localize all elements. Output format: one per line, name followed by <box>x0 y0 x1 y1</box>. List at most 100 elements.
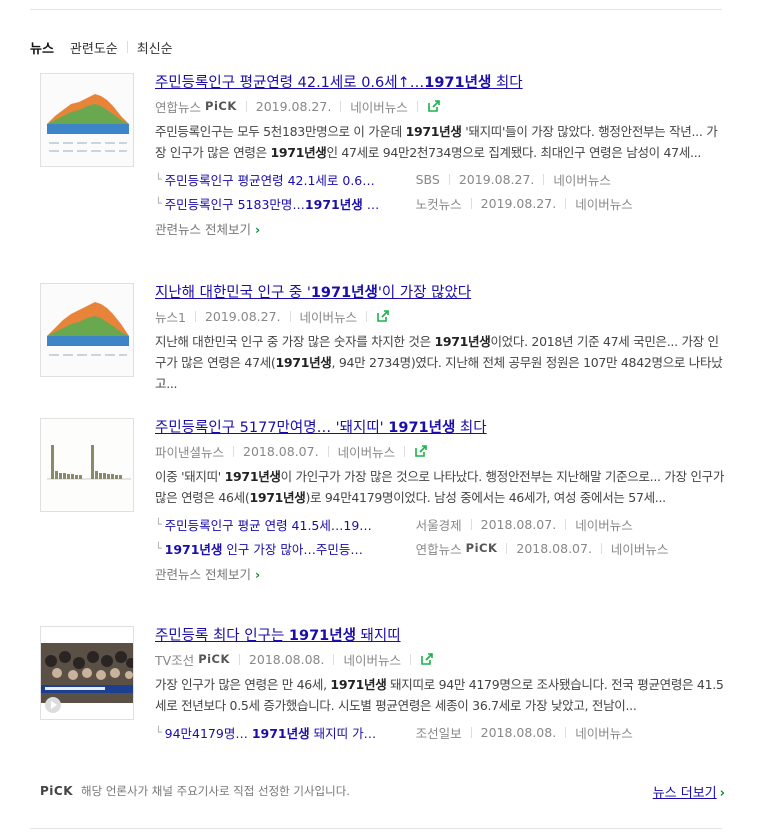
related-news-link[interactable]: 1971년생 인구 가장 많아…주민등… <box>165 539 410 558</box>
meta-divider <box>333 653 335 665</box>
related-news-link[interactable]: 주민등록인구 평균 연령 41.5세…19… <box>165 515 410 534</box>
branch-icon: └ <box>155 196 162 210</box>
related-news-source[interactable]: 노컷뉴스 <box>416 194 462 213</box>
share-icon[interactable] <box>427 99 441 113</box>
meta-divider <box>404 445 406 457</box>
naver-news-link[interactable]: 네이버뉴스 <box>553 170 611 189</box>
news-summary: 이중 '돼지띠' 1971년생이 가인구가 가장 많은 것으로 나타났다. 행정… <box>155 469 725 505</box>
all-related-news-link[interactable]: 관련뉴스 전체보기 › <box>155 564 725 583</box>
branch-icon: └ <box>155 725 162 739</box>
news-summary: 주민등록인구는 모두 5천183만명으로 이 가운데 1971년생 '돼지띠'들… <box>155 124 718 160</box>
related-news-item: └ 주민등록인구 5183만명…1971년생 … 노컷뉴스 2019.08.27… <box>155 191 725 215</box>
tab-latest[interactable]: 최신순 <box>137 38 173 57</box>
related-news-link[interactable]: 94만4179명… 1971년생 돼지띠 가… <box>165 723 410 742</box>
news-thumbnail[interactable] <box>40 73 134 167</box>
meta-divider <box>289 310 291 322</box>
meta-divider <box>470 726 472 738</box>
tab-divider <box>58 41 66 53</box>
naver-news-link[interactable]: 네이버뉴스 <box>300 307 358 326</box>
chevron-right-icon: › <box>254 222 261 237</box>
related-news-date: 2019.08.27. <box>458 171 535 187</box>
share-icon[interactable] <box>420 652 434 666</box>
branch-icon: └ <box>155 541 162 555</box>
sort-tabs: 뉴스 관련도순 최신순 <box>30 37 173 57</box>
related-news-link[interactable]: 주민등록인구 5183만명…1971년생 … <box>165 194 410 213</box>
bottom-divider <box>30 828 722 829</box>
news-meta: 연합뉴스 PiCK 2019.08.27. 네이버뉴스 <box>155 97 725 115</box>
news-footer: PiCK 해당 언론사가 채널 주요기사로 직접 선정한 기사입니다. 뉴스 더… <box>40 782 725 801</box>
news-date: 2019.08.27. <box>255 98 332 114</box>
related-news-item: └ 주민등록인구 평균연령 42.1세로 0.6… SBS 2019.08.27… <box>155 167 725 191</box>
meta-divider <box>565 726 567 738</box>
naver-news-link[interactable]: 네이버뉴스 <box>575 723 633 742</box>
news-thumbnail[interactable] <box>40 283 134 377</box>
news-date: 2018.08.07. <box>243 443 319 459</box>
meta-divider <box>416 100 418 112</box>
news-date: 2018.08.08. <box>248 651 325 667</box>
news-title-link[interactable]: 지난해 대한민국 인구 중 '1971년생'이 가장 많았다 <box>155 283 725 303</box>
news-title-link[interactable]: 주민등록 최다 인구는 1971년생 돼지띠 <box>155 626 725 646</box>
news-thumbnail[interactable] <box>40 626 134 720</box>
share-icon[interactable] <box>376 309 390 323</box>
meta-divider <box>238 653 240 665</box>
news-source[interactable]: TV조선 <box>155 650 194 669</box>
news-title-link[interactable]: 주민등록인구 5177만여명… '돼지띠' 1971년생 최다 <box>155 418 725 438</box>
news-thumbnail[interactable] <box>40 418 134 512</box>
related-news-source[interactable]: 서울경제 <box>416 515 462 534</box>
meta-divider <box>565 518 567 530</box>
meta-divider <box>366 310 368 322</box>
tab-divider <box>126 41 128 53</box>
meta-divider <box>340 100 342 112</box>
meta-divider <box>194 310 196 322</box>
news-date: 2019.08.27. <box>204 308 281 324</box>
share-icon[interactable] <box>414 444 428 458</box>
meta-divider <box>409 653 411 665</box>
related-news-source[interactable]: 조선일보 <box>416 723 462 742</box>
related-news-source[interactable]: SBS <box>416 172 440 187</box>
news-source[interactable]: 파이낸셜뉴스 <box>155 442 224 461</box>
pick-badge: PiCK <box>205 99 237 113</box>
meta-divider <box>245 100 247 112</box>
naver-news-link[interactable]: 네이버뉴스 <box>350 97 408 116</box>
meta-divider <box>327 445 329 457</box>
pick-logo: PiCK <box>40 784 74 798</box>
news-meta: 파이낸셜뉴스 2018.08.07. 네이버뉴스 <box>155 442 725 460</box>
pick-badge: PiCK <box>465 541 498 555</box>
meta-divider <box>506 542 508 554</box>
branch-icon: └ <box>155 517 162 531</box>
top-divider <box>30 9 722 10</box>
news-title-link[interactable]: 주민등록인구 평균연령 42.1세로 0.6세↑…1971년생 최다 <box>155 73 725 93</box>
related-news-date: 2018.08.08. <box>480 724 557 740</box>
naver-news-link[interactable]: 네이버뉴스 <box>343 650 401 669</box>
meta-divider <box>470 518 472 530</box>
meta-divider <box>470 197 472 209</box>
chevron-right-icon: › <box>254 567 261 582</box>
related-news-date: 2018.08.07. <box>480 516 557 532</box>
meta-divider <box>600 542 602 554</box>
all-related-news-link[interactable]: 관련뉴스 전체보기 › <box>155 219 725 238</box>
meta-divider <box>565 197 567 209</box>
more-news-link[interactable]: 뉴스 더보기 › <box>653 782 725 801</box>
naver-news-link[interactable]: 네이버뉴스 <box>575 515 633 534</box>
related-news-source[interactable]: 연합뉴스 <box>416 539 462 558</box>
naver-news-link[interactable]: 네이버뉴스 <box>338 442 396 461</box>
news-summary: 지난해 대한민국 인구 중 가장 많은 숫자를 차지한 것은 1971년생이었다… <box>155 334 723 391</box>
naver-news-link[interactable]: 네이버뉴스 <box>575 194 633 213</box>
chevron-right-icon: › <box>719 785 725 801</box>
related-news-item: └ 1971년생 인구 가장 많아…주민등… 연합뉴스 PiCK 2018.08… <box>155 536 725 560</box>
meta-divider <box>448 173 450 185</box>
related-news-item: └ 주민등록인구 평균 연령 41.5세…19… 서울경제 2018.08.07… <box>155 512 725 536</box>
related-news-link[interactable]: 주민등록인구 평균연령 42.1세로 0.6… <box>165 170 410 189</box>
meta-divider <box>543 173 545 185</box>
naver-news-link[interactable]: 네이버뉴스 <box>611 539 669 558</box>
pick-badge: PiCK <box>198 652 230 666</box>
news-source[interactable]: 연합뉴스 <box>155 97 201 116</box>
news-source[interactable]: 뉴스1 <box>155 307 186 326</box>
news-meta: TV조선 PiCK 2018.08.08. 네이버뉴스 <box>155 650 725 668</box>
related-news-item: └ 94만4179명… 1971년생 돼지띠 가… 조선일보 2018.08.0… <box>155 720 725 744</box>
pick-notice: 해당 언론사가 채널 주요기사로 직접 선정한 기사입니다. <box>81 784 350 798</box>
news-summary: 가장 인구가 많은 연령은 만 46세, 1971년생 돼지띠로 94만 417… <box>155 677 724 713</box>
tab-relevance[interactable]: 관련도순 <box>70 38 118 57</box>
news-meta: 뉴스1 2019.08.27. 네이버뉴스 <box>155 307 725 325</box>
tab-news[interactable]: 뉴스 <box>30 38 54 57</box>
